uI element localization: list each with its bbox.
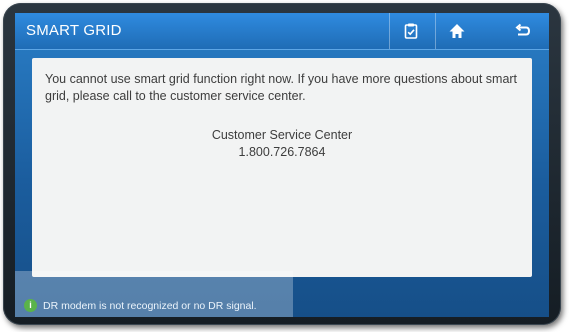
home-button[interactable] [435,13,478,49]
message-text: You cannot use smart grid function right… [45,72,518,103]
status-bar: i DR modem is not recognized or no DR si… [15,271,293,317]
service-center-phone: 1.800.726.7864 [238,145,326,159]
clipboard-button[interactable] [389,13,432,49]
back-button[interactable] [502,13,544,49]
device-frame: SMART GRID You cannot use smart grid fun… [3,3,561,325]
message-panel: You cannot use smart grid function right… [32,58,532,277]
back-arrow-icon [515,23,531,36]
title-bar: SMART GRID [15,13,549,50]
page-title: SMART GRID [26,22,122,39]
status-text: DR modem is not recognized or no DR sign… [43,300,257,312]
screen: SMART GRID You cannot use smart grid fun… [15,13,549,317]
service-center-name: Customer Service Center [211,128,353,142]
clipboard-icon [404,23,418,39]
home-icon [449,24,465,38]
info-icon: i [24,299,37,312]
